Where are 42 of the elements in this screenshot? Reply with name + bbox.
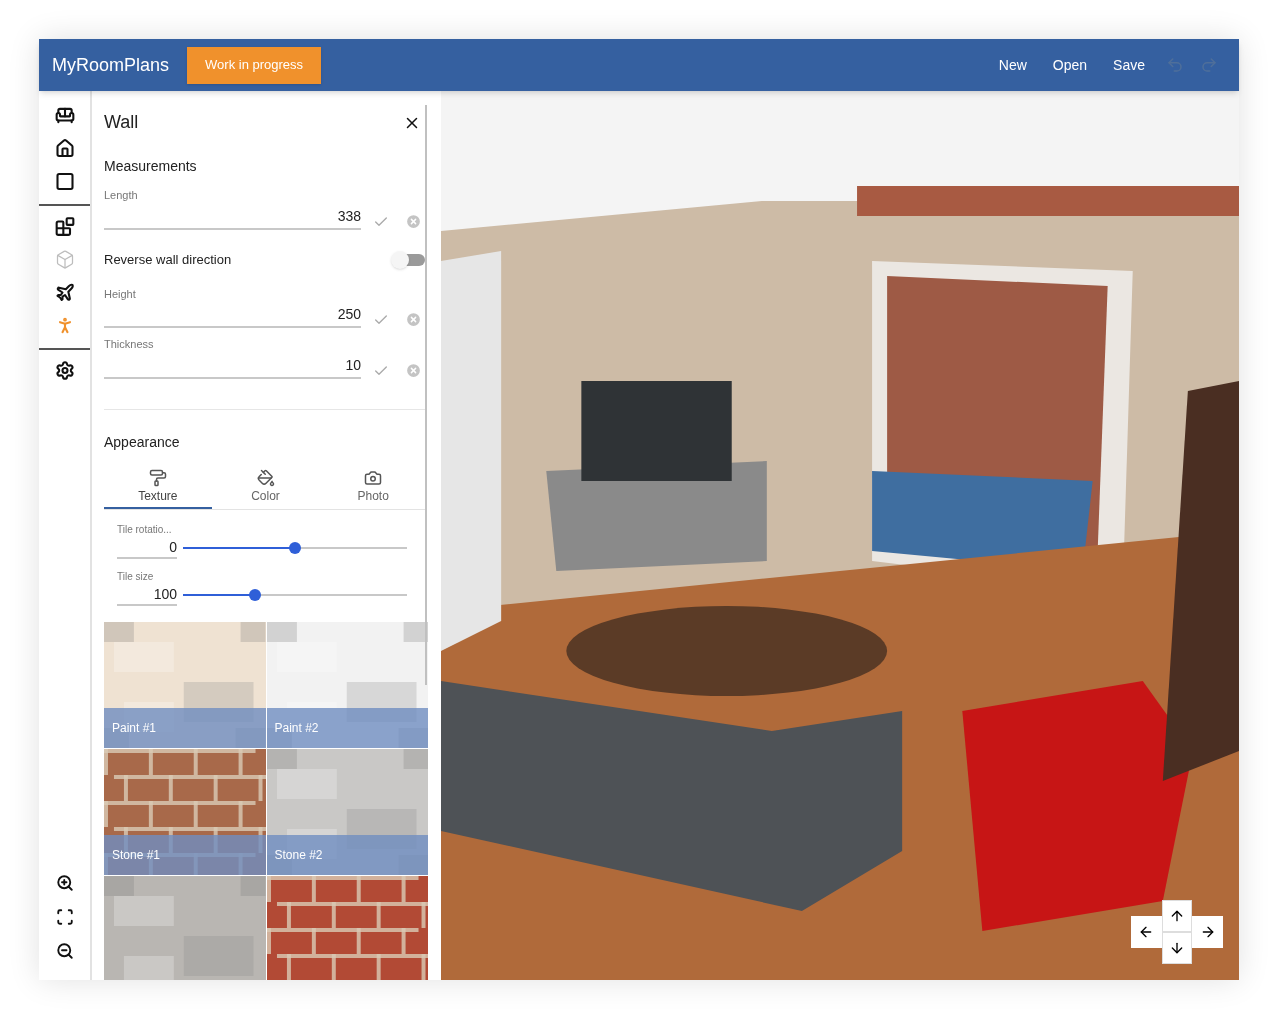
number-field[interactable]: 10: [104, 352, 361, 379]
slider-thumb[interactable]: [248, 588, 261, 601]
app-title: MyRoomPlans: [52, 53, 170, 77]
menu-button[interactable]: New: [985, 47, 1040, 83]
fit-view-icon[interactable]: [55, 908, 74, 926]
slider-value-field[interactable]: 0: [117, 536, 177, 559]
number-field[interactable]: 250: [104, 302, 361, 328]
pan-up-button[interactable]: [1161, 900, 1193, 932]
slider-value-field[interactable]: 100: [117, 583, 177, 606]
zoom-in-icon[interactable]: [55, 874, 74, 892]
slider-thumb[interactable]: [289, 541, 301, 554]
paint-bucket-icon: [256, 468, 275, 487]
field-label: Length: [104, 188, 139, 203]
paint-roller-icon: [148, 468, 167, 487]
square-icon[interactable]: [54, 171, 75, 192]
settings-icon[interactable]: [54, 360, 75, 381]
field-label: Height: [104, 286, 137, 302]
appearance-tab[interactable]: Color: [211, 468, 320, 509]
sofa-icon[interactable]: [54, 105, 75, 126]
arrow-up-icon: [1169, 908, 1185, 924]
pan-down-button[interactable]: [1161, 932, 1193, 964]
home-icon[interactable]: [54, 138, 75, 159]
slider-label: Tile rotatio...: [117, 522, 173, 537]
slider-label: Tile size: [117, 569, 155, 584]
arrow-down-icon: [1169, 940, 1185, 956]
appearance-tab[interactable]: Texture: [104, 468, 212, 509]
pan-left-button[interactable]: [1131, 916, 1162, 948]
menu-button[interactable]: Open: [1039, 47, 1101, 83]
texture-label[interactable]: Stone #1: [104, 834, 266, 875]
camera-icon: [364, 468, 383, 487]
blocks-icon[interactable]: [54, 216, 75, 237]
number-field[interactable]: 338: [104, 203, 361, 230]
zoom-out-icon[interactable]: [55, 942, 74, 960]
plane-icon[interactable]: [54, 282, 75, 303]
toggle-label: Reverse wall direction: [104, 250, 232, 269]
appearance-tab[interactable]: Photo: [319, 468, 427, 509]
panel-title: Wall: [104, 111, 139, 134]
section-heading: Measurements: [104, 157, 198, 176]
field-label: Thickness: [104, 337, 155, 352]
menu-button[interactable]: Save: [1100, 47, 1158, 83]
section-heading: Appearance: [104, 432, 181, 452]
pan-right-button[interactable]: [1192, 916, 1223, 948]
